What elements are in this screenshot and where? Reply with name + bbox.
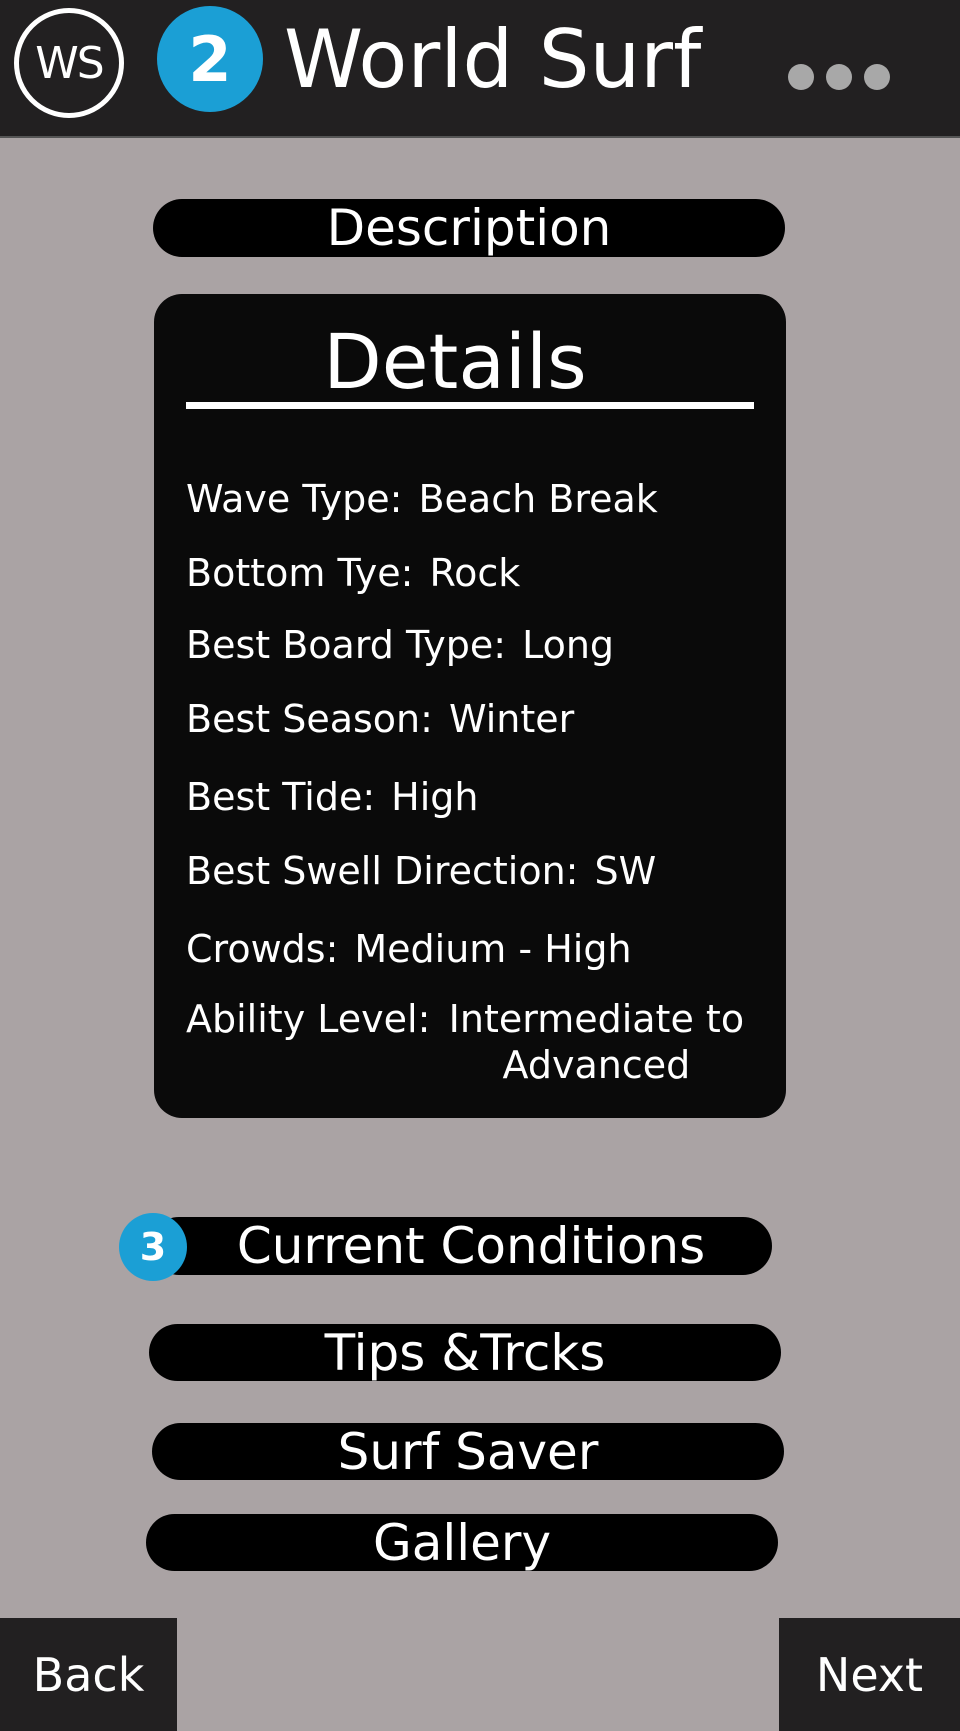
more-dots-icon[interactable] (788, 64, 890, 90)
detail-label: Best Season: (186, 697, 433, 741)
detail-row-bottom-type: Bottom Tye: Rock (186, 550, 520, 596)
detail-row-crowds: Crowds: Medium - High (186, 926, 632, 972)
detail-value: SW (594, 849, 657, 893)
dot (788, 64, 814, 90)
surf-saver-button[interactable]: Surf Saver (152, 1423, 784, 1481)
details-panel: Details Wave Type: Beach Break Bottom Tye… (154, 294, 786, 1118)
detail-label: Ability Level: (186, 997, 431, 1041)
dot (864, 64, 890, 90)
step-badge: 2 (157, 6, 263, 112)
detail-value: Intermediate to Advanced (448, 997, 745, 1087)
current-conditions-badge: 3 (119, 1213, 187, 1281)
detail-row-wave-type: Wave Type: Beach Break (186, 476, 658, 522)
details-divider (186, 402, 754, 409)
detail-value: Beach Break (418, 477, 658, 521)
detail-label: Bottom Tye: (186, 551, 414, 595)
detail-value: Rock (429, 551, 521, 595)
next-button[interactable]: Next (779, 1618, 960, 1731)
detail-label: Best Swell Direction: (186, 849, 579, 893)
back-button[interactable]: Back (0, 1618, 177, 1731)
detail-label: Wave Type: (186, 477, 403, 521)
gallery-button[interactable]: Gallery (146, 1514, 778, 1572)
detail-label: Crowds: (186, 927, 339, 971)
detail-value: High (391, 775, 479, 819)
detail-label: Best Tide: (186, 775, 376, 819)
detail-value: Winter (448, 697, 575, 741)
app-header: WS 2 World Surf (0, 0, 960, 138)
detail-label: Best Board Type: (186, 623, 507, 667)
detail-row-season: Best Season: Winter (186, 696, 574, 742)
tips-button[interactable]: Tips &Trcks (149, 1324, 781, 1382)
app-title: World Surf (284, 13, 702, 106)
detail-row-board-type: Best Board Type: Long (186, 622, 614, 668)
detail-value: Long (522, 623, 615, 667)
dot (826, 64, 852, 90)
detail-row-ability-level: Ability Level: Intermediate to Advanced (186, 996, 746, 1088)
detail-row-swell-direction: Best Swell Direction: SW (186, 848, 656, 894)
app-logo[interactable]: WS (14, 8, 124, 118)
details-title: Details (323, 317, 587, 406)
description-button[interactable]: Description (153, 199, 785, 257)
detail-row-tide: Best Tide: High (186, 774, 478, 820)
current-conditions-button[interactable]: Current Conditions (150, 1217, 772, 1275)
detail-value: Medium - High (354, 927, 632, 971)
